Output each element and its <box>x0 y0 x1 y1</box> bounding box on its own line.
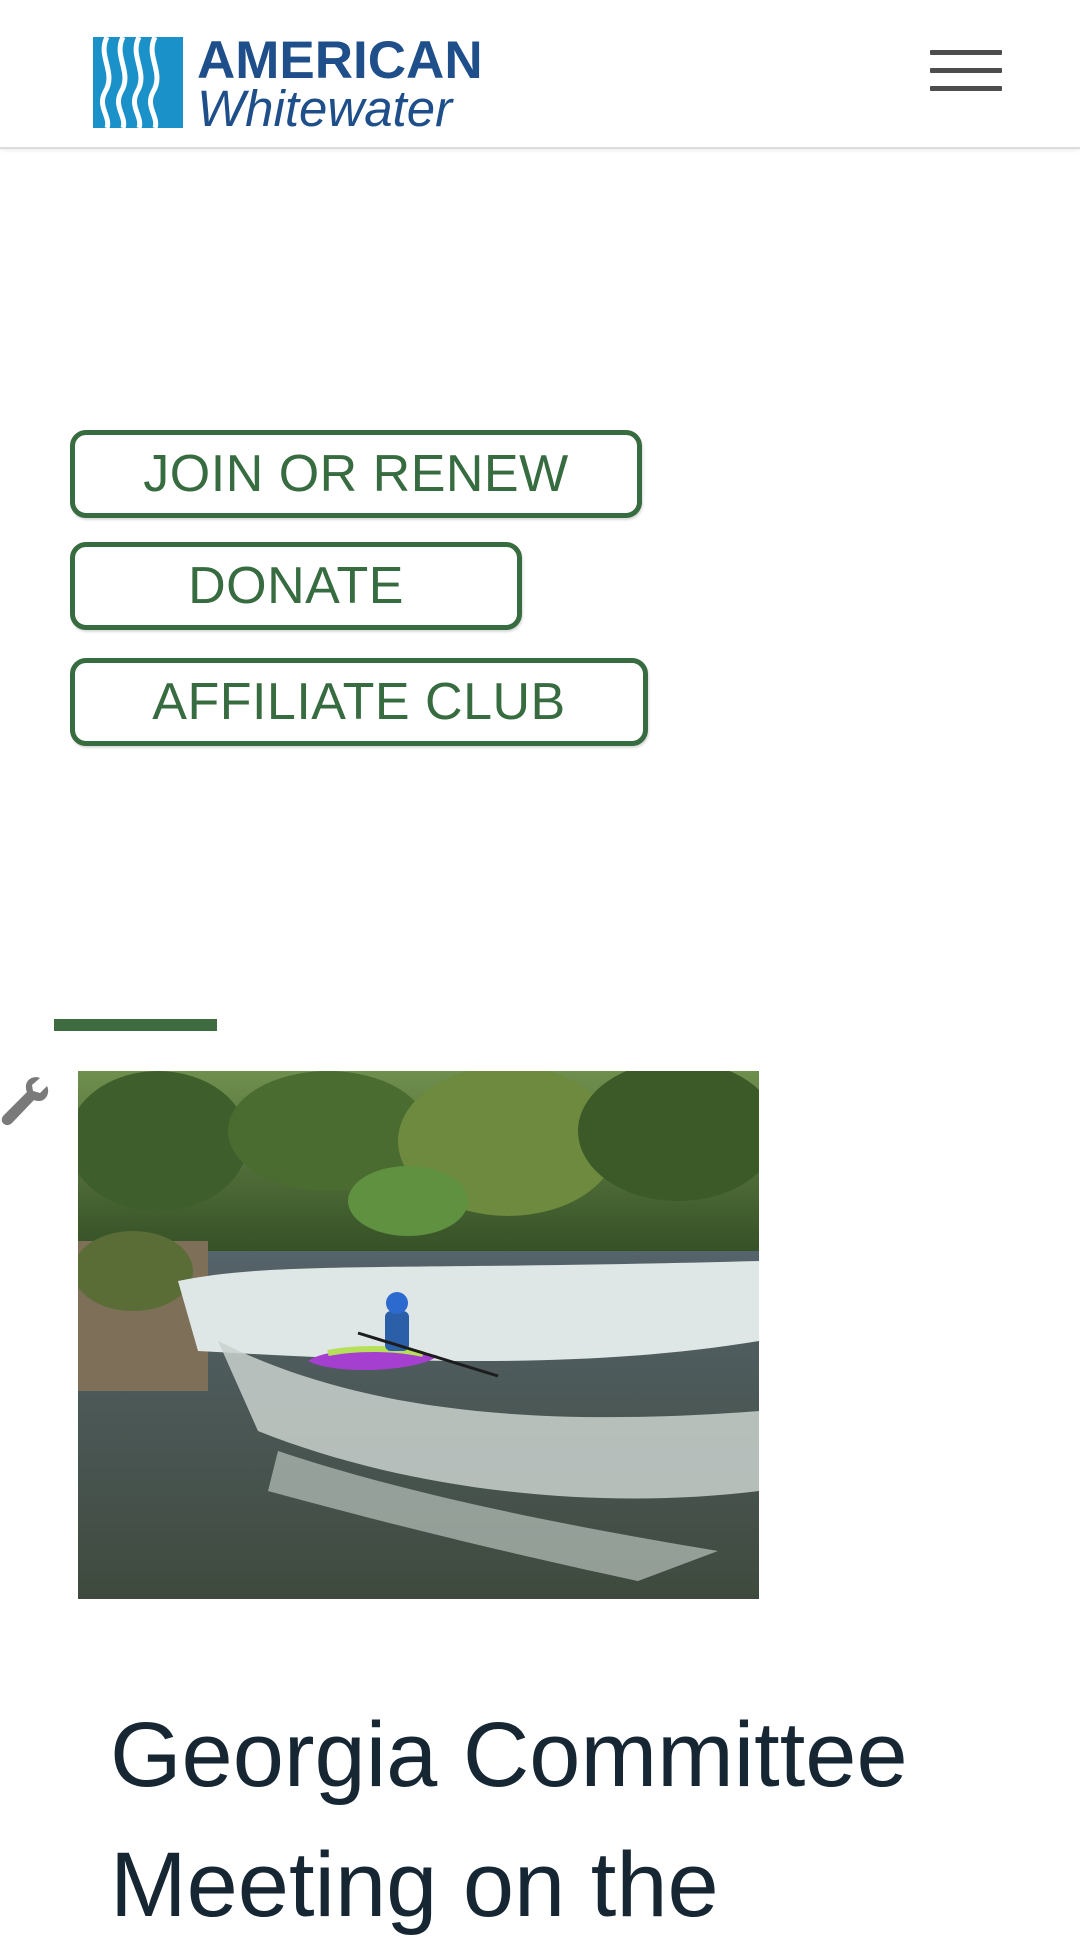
article-photo-kayaker <box>78 1071 759 1599</box>
section-accent-divider <box>54 1019 217 1031</box>
article-title[interactable]: Georgia Committee Meeting on the <box>110 1690 1010 1950</box>
american-whitewater-logo[interactable]: AMERICAN Whitewater <box>93 31 483 137</box>
hamburger-menu-icon[interactable] <box>928 46 1004 98</box>
logo-text: AMERICAN Whitewater <box>197 31 483 137</box>
logo-text-american: AMERICAN <box>197 31 483 90</box>
join-or-renew-button[interactable]: JOIN OR RENEW <box>70 430 642 518</box>
logo-text-whitewater: Whitewater <box>197 80 453 137</box>
wrench-icon[interactable] <box>0 1074 50 1126</box>
site-header: AMERICAN Whitewater <box>0 0 1080 149</box>
affiliate-club-button[interactable]: AFFILIATE CLUB <box>70 658 648 746</box>
donate-button[interactable]: DONATE <box>70 542 522 630</box>
logo-wave-mark-icon <box>93 37 183 128</box>
